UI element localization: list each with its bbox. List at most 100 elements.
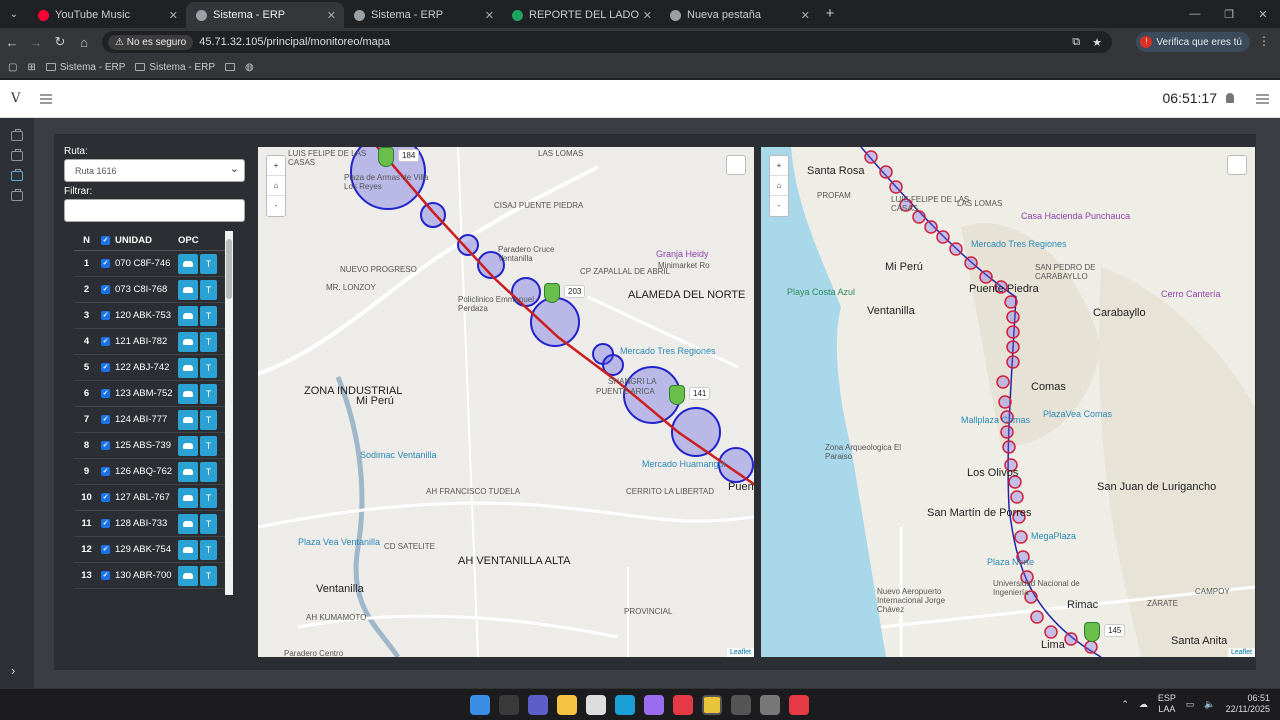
track-button[interactable]: T: [200, 409, 217, 430]
map-attribution[interactable]: Leaflet: [726, 648, 754, 657]
new-tab-button[interactable]: +: [818, 2, 842, 28]
track-button[interactable]: T: [200, 487, 217, 508]
bookmark-item[interactable]: ◍: [245, 62, 254, 73]
bookmark-item[interactable]: Sistema - ERP: [135, 62, 215, 73]
bus-marker-icon[interactable]: [544, 283, 560, 303]
geofence-circle[interactable]: [457, 234, 479, 256]
geofence-circle[interactable]: [864, 150, 878, 164]
locate-bus-button[interactable]: [178, 409, 198, 430]
locate-bus-button[interactable]: [178, 513, 198, 534]
locate-bus-button[interactable]: [178, 461, 198, 482]
user-icon[interactable]: [1226, 93, 1234, 103]
briefcase-icon[interactable]: [11, 129, 23, 141]
layers-control[interactable]: [726, 155, 746, 175]
track-button[interactable]: T: [200, 461, 217, 482]
row-checkbox[interactable]: ✓: [99, 493, 112, 502]
store-icon[interactable]: [586, 695, 606, 715]
track-button[interactable]: T: [200, 305, 217, 326]
geofence-circle[interactable]: [924, 220, 938, 234]
locate-bus-button[interactable]: [178, 539, 198, 560]
geofence-circle[interactable]: [420, 202, 446, 228]
browser-tab[interactable]: Sistema - ERP ✕: [344, 2, 502, 28]
security-chip[interactable]: ⚠ No es seguro: [108, 34, 194, 50]
locate-bus-button[interactable]: [178, 435, 198, 456]
track-button[interactable]: T: [200, 331, 217, 352]
geofence-circle[interactable]: [1030, 610, 1044, 624]
bus-marker-icon[interactable]: [1084, 622, 1100, 642]
geofence-circle[interactable]: [936, 230, 950, 244]
zoom-in-button[interactable]: +: [267, 156, 285, 176]
url-bar[interactable]: ⚠ No es seguro 45.71.32.105/principal/mo…: [102, 31, 1112, 53]
locate-bus-button[interactable]: [178, 279, 198, 300]
track-button[interactable]: T: [200, 565, 217, 586]
row-checkbox[interactable]: ✓: [99, 389, 112, 398]
row-checkbox[interactable]: ✓: [99, 337, 112, 346]
row-checkbox[interactable]: ✓: [99, 363, 112, 372]
cloud-icon[interactable]: ☁: [1139, 699, 1148, 710]
bookmark-item[interactable]: [225, 63, 235, 71]
geofence-circle[interactable]: [889, 180, 903, 194]
locate-bus-button[interactable]: [178, 331, 198, 352]
briefcase-icon[interactable]: [11, 149, 23, 161]
close-tab-icon[interactable]: ✕: [485, 9, 494, 22]
app-icon[interactable]: [731, 695, 751, 715]
geofence-circle[interactable]: [964, 256, 978, 270]
chrome-icon[interactable]: [702, 695, 722, 715]
expand-sidebar-icon[interactable]: ›: [11, 663, 15, 678]
close-tab-icon[interactable]: ✕: [169, 9, 178, 22]
track-button[interactable]: T: [200, 357, 217, 378]
geofence-circle[interactable]: [996, 375, 1010, 389]
edge-icon[interactable]: [615, 695, 635, 715]
volume-icon[interactable]: 🔈: [1204, 699, 1215, 710]
bookmark-star-icon[interactable]: ★: [1092, 36, 1102, 49]
locate-bus-button[interactable]: [178, 253, 198, 274]
geofence-circle[interactable]: [1006, 355, 1020, 369]
briefcase-icon[interactable]: [11, 189, 23, 201]
browser-tab[interactable]: Nueva pestaña ✕: [660, 2, 818, 28]
browser-tab[interactable]: YouTube Music ✕: [28, 2, 186, 28]
track-button[interactable]: T: [200, 383, 217, 404]
menu-toggle-icon[interactable]: [40, 93, 53, 104]
layers-control[interactable]: [1227, 155, 1247, 175]
home-view-icon[interactable]: ⌂: [770, 176, 788, 196]
verify-profile-button[interactable]: ! Verifica que eres tú: [1136, 32, 1250, 52]
locate-bus-button[interactable]: [178, 565, 198, 586]
locate-bus-button[interactable]: [178, 383, 198, 404]
zoom-out-button[interactable]: -: [770, 196, 788, 216]
select-all-checkbox[interactable]: ✓: [99, 236, 112, 245]
track-button[interactable]: T: [200, 513, 217, 534]
row-checkbox[interactable]: ✓: [99, 571, 112, 580]
geofence-circle[interactable]: [1006, 325, 1020, 339]
route-select[interactable]: Ruta 1616: [64, 159, 245, 182]
overview-map[interactable]: Santa Rosa PROFAM LUIS FELIPE DE LAS CASAS…: [761, 147, 1255, 657]
row-checkbox[interactable]: ✓: [99, 311, 112, 320]
options-menu-icon[interactable]: [1256, 94, 1269, 104]
forward-icon[interactable]: →: [24, 35, 48, 50]
geofence-circle[interactable]: [1064, 632, 1078, 646]
close-window-icon[interactable]: ✕: [1246, 0, 1280, 28]
row-checkbox[interactable]: ✓: [99, 285, 112, 294]
start-icon[interactable]: [470, 695, 490, 715]
geofence-circle[interactable]: [1014, 530, 1028, 544]
network-icon[interactable]: ▭: [1186, 699, 1195, 710]
anydesk-icon[interactable]: [673, 695, 693, 715]
geofence-circle[interactable]: [1000, 425, 1014, 439]
geofence-circle[interactable]: [1006, 310, 1020, 324]
geofence-circle[interactable]: [979, 270, 993, 284]
geofence-circle[interactable]: [879, 165, 893, 179]
browser-tab[interactable]: Sistema - ERP ✕: [186, 2, 344, 28]
row-checkbox[interactable]: ✓: [99, 259, 112, 268]
chevron-up-icon[interactable]: ⌃: [1121, 699, 1129, 710]
table-scrollbar[interactable]: [225, 231, 233, 595]
zoom-in-button[interactable]: +: [770, 156, 788, 176]
track-button[interactable]: T: [200, 279, 217, 300]
locate-bus-button[interactable]: [178, 305, 198, 326]
minimize-icon[interactable]: —: [1178, 0, 1212, 28]
geofence-circle[interactable]: [1002, 440, 1016, 454]
geofence-circle[interactable]: [1006, 340, 1020, 354]
row-checkbox[interactable]: ✓: [99, 519, 112, 528]
restore-icon[interactable]: ❐: [1212, 0, 1246, 28]
detail-map[interactable]: LUIS FELIPE DE LAS CASAS LAS LOMAS Plaza d…: [258, 147, 754, 657]
row-checkbox[interactable]: ✓: [99, 441, 112, 450]
close-tab-icon[interactable]: ✕: [327, 9, 336, 22]
